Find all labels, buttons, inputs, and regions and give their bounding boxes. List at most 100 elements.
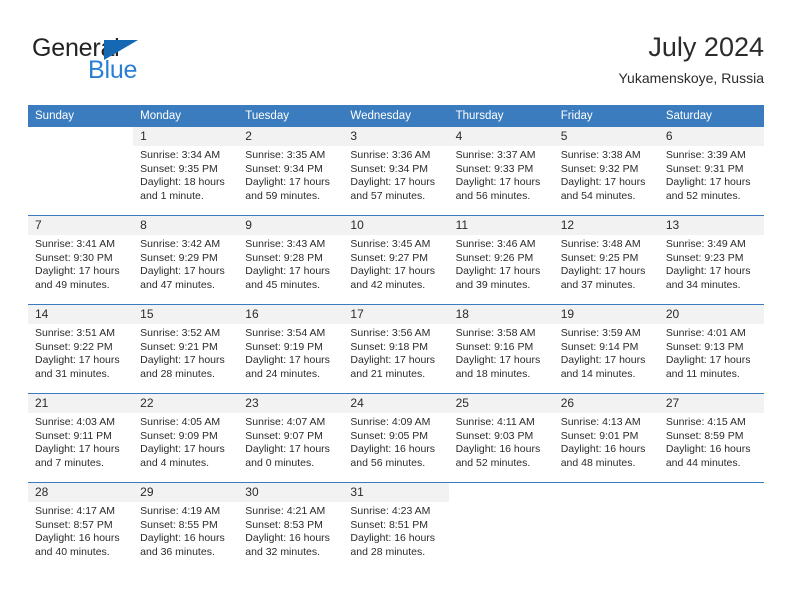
sunset-text: Sunset: 9:09 PM (140, 429, 218, 442)
day-number: 8 (133, 216, 239, 235)
calendar-page: General Blue July 2024 Yukamenskoye, Rus… (0, 0, 792, 612)
calendar-day-cell[interactable]: 9 Sunrise: 3:43 AM Sunset: 9:28 PM Daylight… (238, 216, 344, 304)
day-number: 13 (658, 216, 764, 235)
day-details: Sunrise: 3:45 AM Sunset: 9:27 PM Daylight:… (343, 235, 448, 292)
calendar-day-cell[interactable]: 1 Sunrise: 3:34 AM Sunset: 9:35 PM Daylight… (133, 127, 239, 215)
day-number: 5 (553, 127, 659, 146)
daylight-text-line1: Daylight: 17 hours (35, 354, 120, 367)
sunrise-text: Sunrise: 3:42 AM (140, 238, 221, 250)
calendar-day-cell[interactable]: 26 Sunrise: 4:13 AM Sunset: 9:01 PM Dayligh… (553, 394, 659, 482)
calendar-day-cell[interactable]: 7 Sunrise: 3:41 AM Sunset: 9:30 PM Daylight… (28, 216, 134, 304)
sunset-text: Sunset: 9:33 PM (455, 162, 534, 175)
calendar-day-cell[interactable]: 10 Sunrise: 3:45 AM Sunset: 9:27 PM Dayligh… (343, 216, 449, 304)
sunset-text: Sunset: 9:22 PM (35, 340, 113, 353)
sunset-text: Sunset: 9:27 PM (350, 251, 429, 264)
day-details: Sunrise: 4:19 AM Sunset: 8:55 PM Daylight:… (133, 502, 238, 559)
day-number: 11 (448, 216, 554, 235)
calendar-day-cell[interactable]: 28 Sunrise: 4:17 AM Sunset: 8:57 PM Dayligh… (28, 483, 134, 571)
daylight-text-line2: and 39 minutes. (455, 278, 531, 291)
calendar-day-cell[interactable]: 15 Sunrise: 3:52 AM Sunset: 9:21 PM Dayligh… (133, 305, 239, 393)
daylight-text-line2: and 57 minutes. (350, 189, 426, 202)
sunset-text: Sunset: 9:28 PM (245, 251, 323, 264)
sunrise-text: Sunrise: 3:48 AM (560, 238, 641, 250)
calendar-day-cell[interactable]: 11 Sunrise: 3:46 AM Sunset: 9:26 PM Dayligh… (448, 216, 554, 304)
sunset-text: Sunset: 9:29 PM (140, 251, 218, 264)
brand-logo[interactable]: General Blue (28, 30, 248, 92)
sunrise-text: Sunrise: 3:45 AM (350, 238, 431, 250)
calendar-day-cell[interactable]: 25 Sunrise: 4:11 AM Sunset: 9:03 PM Dayligh… (448, 394, 554, 482)
day-details: Sunrise: 3:42 AM Sunset: 9:29 PM Daylight:… (133, 235, 238, 292)
daylight-text-line2: and 1 minute. (140, 189, 204, 202)
calendar-day-cell[interactable]: 19 Sunrise: 3:59 AM Sunset: 9:14 PM Dayligh… (553, 305, 659, 393)
sunrise-text: Sunrise: 4:17 AM (35, 505, 115, 517)
calendar-day-cell[interactable]: 20 Sunrise: 4:01 AM Sunset: 9:13 PM Dayligh… (658, 305, 764, 393)
daylight-text-line1: Daylight: 16 hours (560, 443, 646, 456)
daylight-text-line2: and 31 minutes. (35, 367, 110, 380)
day-number: 9 (238, 216, 344, 235)
day-details: Sunrise: 4:01 AM Sunset: 9:13 PM Daylight:… (659, 324, 764, 381)
daylight-text-line2: and 40 minutes. (35, 545, 110, 558)
day-number (448, 483, 554, 502)
daylight-text-line1: Daylight: 17 hours (560, 354, 646, 367)
day-number: 14 (28, 305, 134, 324)
day-details: Sunrise: 3:43 AM Sunset: 9:28 PM Daylight:… (238, 235, 343, 292)
sunrise-text: Sunrise: 4:19 AM (140, 505, 221, 517)
day-number: 28 (28, 483, 134, 502)
daylight-text-line1: Daylight: 17 hours (140, 354, 225, 367)
day-number: 7 (28, 216, 134, 235)
weekday-header-wednesday: Wednesday (343, 105, 449, 127)
weekday-header-thursday: Thursday (448, 105, 554, 127)
day-number: 22 (133, 394, 239, 413)
calendar-day-cell[interactable]: 16 Sunrise: 3:54 AM Sunset: 9:19 PM Dayligh… (238, 305, 344, 393)
day-number: 21 (28, 394, 134, 413)
calendar-day-cell[interactable]: 27 Sunrise: 4:15 AM Sunset: 8:59 PM Dayligh… (658, 394, 764, 482)
day-number: 15 (133, 305, 239, 324)
daylight-text-line1: Daylight: 17 hours (350, 354, 436, 367)
day-number: 19 (553, 305, 659, 324)
day-number: 18 (448, 305, 554, 324)
calendar-day-cell[interactable]: 18 Sunrise: 3:58 AM Sunset: 9:16 PM Dayligh… (448, 305, 554, 393)
calendar-day-cell[interactable]: 21 Sunrise: 4:03 AM Sunset: 9:11 PM Dayligh… (28, 394, 134, 482)
sunset-text: Sunset: 8:59 PM (665, 429, 744, 442)
day-number: 4 (448, 127, 554, 146)
sunset-text: Sunset: 8:53 PM (245, 518, 323, 531)
calendar-day-cell[interactable]: 8 Sunrise: 3:42 AM Sunset: 9:29 PM Daylight… (133, 216, 239, 304)
sunset-text: Sunset: 9:19 PM (245, 340, 323, 353)
calendar-day-cell[interactable]: 30 Sunrise: 4:21 AM Sunset: 8:53 PM Dayligh… (238, 483, 344, 571)
calendar-day-cell[interactable]: 5 Sunrise: 3:38 AM Sunset: 9:32 PM Daylight… (553, 127, 659, 215)
calendar-day-cell[interactable]: 4 Sunrise: 3:37 AM Sunset: 9:33 PM Daylight… (448, 127, 554, 215)
sunset-text: Sunset: 9:05 PM (350, 429, 429, 442)
sunrise-text: Sunrise: 4:05 AM (140, 416, 221, 428)
day-details: Sunrise: 4:21 AM Sunset: 8:53 PM Daylight:… (238, 502, 343, 559)
calendar-day-cell-empty (658, 483, 764, 571)
calendar-day-cell[interactable]: 31 Sunrise: 4:23 AM Sunset: 8:51 PM Dayligh… (343, 483, 449, 571)
sunset-text: Sunset: 9:30 PM (35, 251, 113, 264)
calendar-day-cell[interactable]: 22 Sunrise: 4:05 AM Sunset: 9:09 PM Dayligh… (133, 394, 239, 482)
sunrise-text: Sunrise: 3:37 AM (455, 149, 536, 161)
calendar-day-cell[interactable]: 2 Sunrise: 3:35 AM Sunset: 9:34 PM Daylight… (238, 127, 344, 215)
daylight-text-line1: Daylight: 17 hours (245, 265, 330, 278)
daylight-text-line2: and 28 minutes. (350, 545, 426, 558)
calendar-day-cell[interactable]: 12 Sunrise: 3:48 AM Sunset: 9:25 PM Dayligh… (553, 216, 659, 304)
day-details: Sunrise: 4:23 AM Sunset: 8:51 PM Daylight:… (343, 502, 448, 559)
sunrise-text: Sunrise: 4:03 AM (35, 416, 115, 428)
calendar-day-cell[interactable]: 17 Sunrise: 3:56 AM Sunset: 9:18 PM Dayligh… (343, 305, 449, 393)
day-details: Sunrise: 4:05 AM Sunset: 9:09 PM Daylight:… (133, 413, 238, 470)
day-details: Sunrise: 4:17 AM Sunset: 8:57 PM Daylight:… (28, 502, 133, 559)
day-details: Sunrise: 3:46 AM Sunset: 9:26 PM Daylight:… (449, 235, 554, 292)
day-number: 29 (133, 483, 239, 502)
calendar-day-cell[interactable]: 14 Sunrise: 3:51 AM Sunset: 9:22 PM Dayligh… (28, 305, 134, 393)
calendar-day-cell[interactable]: 23 Sunrise: 4:07 AM Sunset: 9:07 PM Dayligh… (238, 394, 344, 482)
calendar-day-cell[interactable]: 3 Sunrise: 3:36 AM Sunset: 9:34 PM Daylight… (343, 127, 449, 215)
sunrise-text: Sunrise: 3:56 AM (350, 327, 431, 339)
sunrise-text: Sunrise: 3:54 AM (245, 327, 326, 339)
sunset-text: Sunset: 9:03 PM (455, 429, 534, 442)
calendar-day-cell[interactable]: 13 Sunrise: 3:49 AM Sunset: 9:23 PM Dayligh… (658, 216, 764, 304)
sunrise-text: Sunrise: 3:51 AM (35, 327, 115, 339)
calendar-day-cell[interactable]: 6 Sunrise: 3:39 AM Sunset: 9:31 PM Daylight… (658, 127, 764, 215)
calendar-day-cell[interactable]: 29 Sunrise: 4:19 AM Sunset: 8:55 PM Dayligh… (133, 483, 239, 571)
daylight-text-line1: Daylight: 17 hours (245, 443, 330, 456)
sunset-text: Sunset: 9:07 PM (245, 429, 323, 442)
calendar-day-cell[interactable]: 24 Sunrise: 4:09 AM Sunset: 9:05 PM Dayligh… (343, 394, 449, 482)
day-details: Sunrise: 3:49 AM Sunset: 9:23 PM Daylight:… (659, 235, 764, 292)
